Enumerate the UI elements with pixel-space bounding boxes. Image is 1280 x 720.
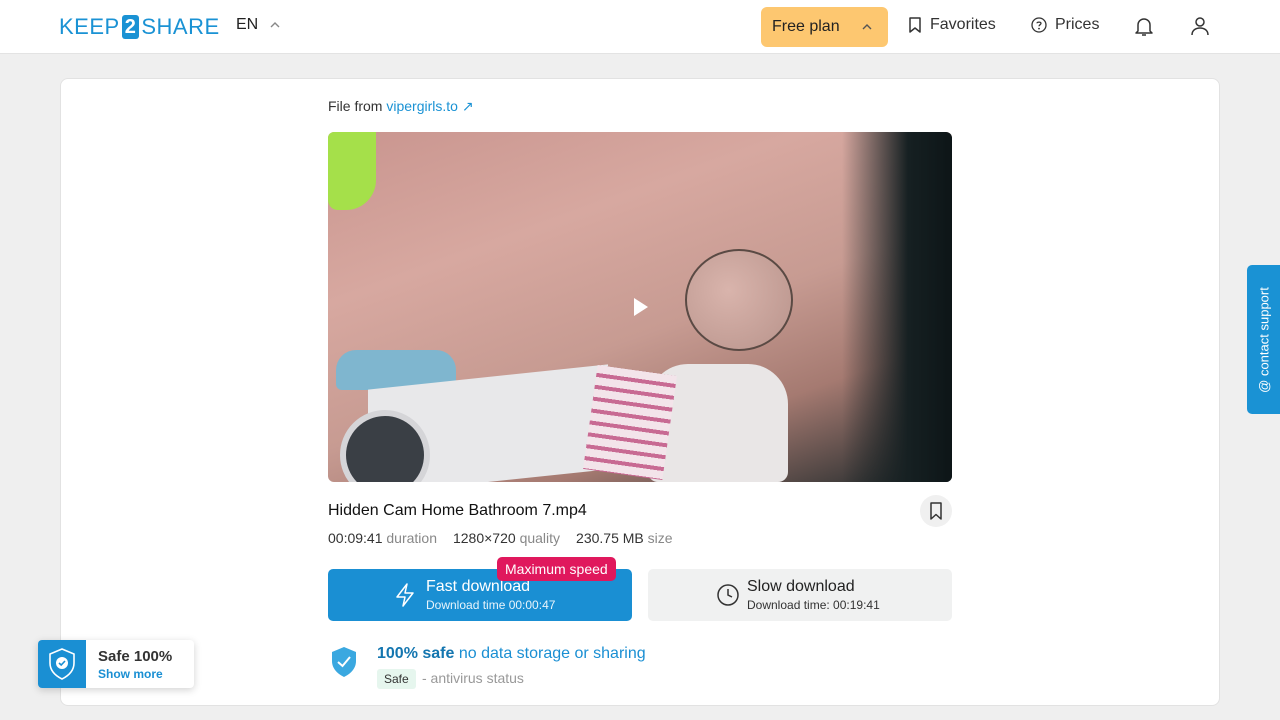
bookmark-icon (930, 502, 942, 520)
quality-value: 1280×720 (452, 530, 516, 546)
safe-tag: Safe (377, 669, 416, 689)
shield-check-icon (49, 648, 75, 680)
chevron-up-icon (270, 22, 280, 28)
play-icon[interactable] (634, 298, 648, 316)
bell-icon[interactable] (1132, 14, 1156, 38)
duration-label: duration (386, 530, 437, 546)
video-scene-shadow (842, 132, 952, 482)
video-scene-towel (583, 364, 677, 481)
logo-text-2: 2 (121, 15, 140, 39)
size-value: 230.75 MB (576, 530, 644, 546)
safe-widget-title: Safe 100% (98, 648, 173, 665)
language-selector[interactable]: EN (236, 16, 280, 34)
source-link-text: vipergirls.to (386, 98, 458, 114)
duration-value: 00:09:41 (328, 530, 383, 546)
meta-size: 230.75 MB size (576, 530, 673, 546)
antivirus-status: - antivirus status (422, 670, 524, 686)
prices-label: Prices (1055, 16, 1100, 33)
shield-check-icon (332, 647, 356, 677)
external-link-icon: ↗ (461, 98, 474, 114)
bookmark-button[interactable] (920, 495, 952, 527)
safety-title: 100% safe no data storage or sharing (377, 645, 646, 663)
contact-support-tab[interactable]: @ contact support (1247, 265, 1280, 414)
safe-widget[interactable]: Safe 100% Show more (38, 640, 194, 688)
show-more-link[interactable]: Show more (98, 667, 163, 681)
file-meta: 00:09:41 duration 1280×720 quality 230.7… (328, 530, 673, 546)
keep2share-logo[interactable]: KEEP 2 SHARE (59, 14, 220, 40)
quality-label: quality (519, 530, 561, 546)
meta-quality: 1280×720 quality (453, 530, 560, 546)
file-source: File from vipergirls.to ↗ (328, 98, 474, 115)
logo-text-keep: KEEP (59, 14, 120, 39)
size-label: size (647, 530, 673, 546)
favorites-label: Favorites (930, 16, 996, 33)
contact-support-label: @ contact support (1256, 286, 1271, 393)
file-title: Hidden Cam Home Bathroom 7.mp4 (328, 502, 587, 519)
source-link[interactable]: vipergirls.to ↗ (386, 98, 473, 114)
max-speed-badge: Maximum speed (497, 557, 616, 581)
meta-duration: 00:09:41 duration (328, 530, 437, 546)
file-source-prefix: File from (328, 98, 383, 114)
lightning-icon (396, 583, 414, 607)
plan-button[interactable]: Free plan (761, 7, 888, 47)
user-icon[interactable] (1188, 14, 1212, 38)
slow-download-label: Slow download (747, 578, 855, 595)
question-circle-icon (1031, 17, 1047, 33)
slow-download-button[interactable]: Slow download Download time: 00:19:41 (648, 569, 952, 621)
safe-widget-icon-block (38, 640, 86, 688)
language-label: EN (236, 16, 259, 33)
chevron-up-icon (862, 24, 872, 30)
fast-download-time: Download time 00:00:47 (426, 598, 556, 612)
video-preview[interactable] (328, 132, 952, 482)
plan-label: Free plan (772, 18, 840, 35)
bookmark-icon (909, 17, 921, 33)
favorites-link[interactable]: Favorites (908, 16, 996, 34)
slow-download-time: Download time: 00:19:41 (747, 598, 880, 612)
video-scene-cloth (328, 132, 376, 210)
clock-icon (717, 584, 739, 606)
logo-text-share: SHARE (141, 14, 220, 39)
prices-link[interactable]: Prices (1031, 16, 1099, 34)
safety-title-rest: no data storage or sharing (458, 645, 646, 662)
video-scene-mirror (685, 249, 793, 351)
safety-title-strong: 100% safe (377, 645, 455, 662)
top-header: KEEP 2 SHARE EN Free plan Favorites Prices (0, 0, 1280, 54)
